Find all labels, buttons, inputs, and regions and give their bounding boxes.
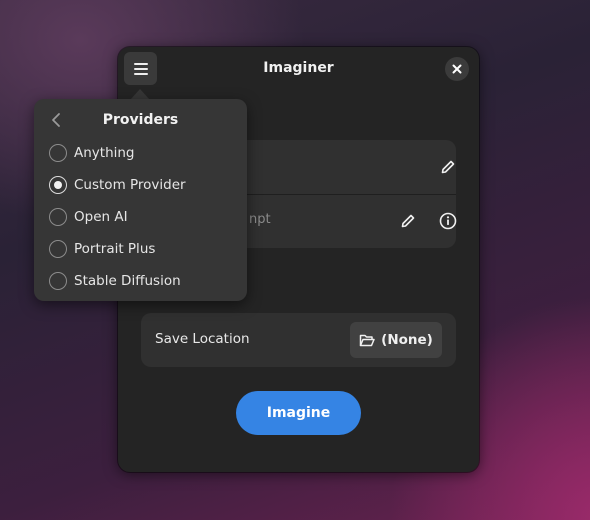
window-title: Imaginer — [263, 60, 334, 76]
option-label: Portrait Plus — [74, 241, 156, 257]
folder-open-icon — [359, 334, 375, 346]
providers-popover: Providers Anything Custom Provider Open … — [34, 99, 247, 301]
pencil-icon — [441, 160, 455, 174]
option-label: Stable Diffusion — [74, 273, 181, 289]
option-label: Anything — [74, 145, 135, 161]
info-icon — [439, 212, 457, 230]
radio-button[interactable] — [49, 208, 67, 226]
save-location-value: (None) — [381, 332, 433, 348]
close-icon — [452, 64, 462, 74]
close-button[interactable] — [445, 57, 469, 81]
option-label: Custom Provider — [74, 177, 186, 193]
provider-option-custom-provider[interactable]: Custom Provider — [49, 173, 186, 197]
edit-prompt-button[interactable] — [436, 155, 460, 179]
radio-button[interactable] — [49, 240, 67, 258]
pencil-icon — [401, 214, 415, 228]
radio-button[interactable] — [49, 272, 67, 290]
save-location-row: Save Location (None) — [141, 313, 456, 367]
provider-option-anything[interactable]: Anything — [49, 141, 135, 165]
provider-option-open-ai[interactable]: Open AI — [49, 205, 128, 229]
info-button[interactable] — [436, 209, 460, 233]
negative-prompt-placeholder: npt — [249, 212, 271, 227]
radio-button-checked[interactable] — [49, 176, 67, 194]
save-location-label: Save Location — [155, 331, 250, 347]
provider-option-portrait-plus[interactable]: Portrait Plus — [49, 237, 155, 261]
edit-negative-prompt-button[interactable] — [396, 209, 420, 233]
option-label: Open AI — [74, 209, 128, 225]
popover-title: Providers — [102, 112, 179, 128]
provider-option-stable-diffusion[interactable]: Stable Diffusion — [49, 269, 181, 293]
imagine-button[interactable]: Imagine — [236, 391, 361, 435]
radio-button[interactable] — [49, 144, 67, 162]
choose-folder-button[interactable]: (None) — [350, 322, 442, 358]
